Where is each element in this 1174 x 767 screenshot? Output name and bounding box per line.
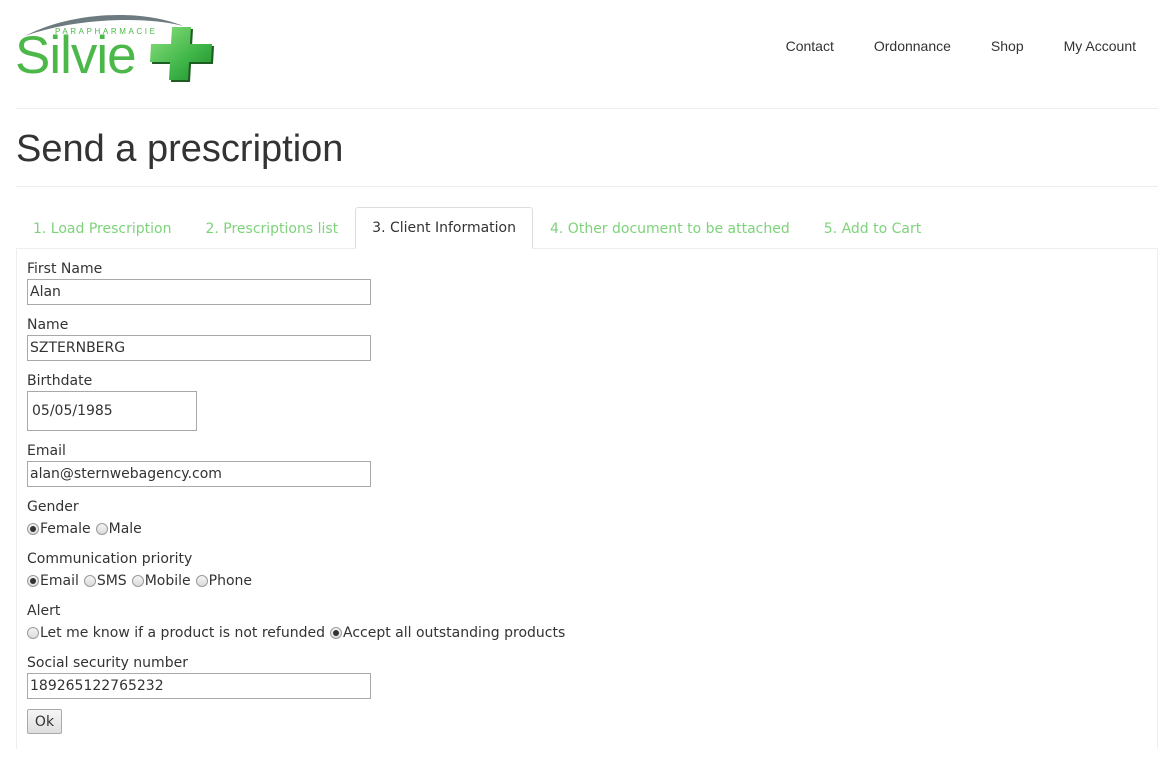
gender-male-radio[interactable] bbox=[95, 523, 108, 535]
title-divider bbox=[16, 186, 1158, 187]
pharmacy-cross-icon bbox=[150, 27, 214, 82]
communication-mobile-label: Mobile bbox=[144, 573, 191, 589]
first-name-label: First Name bbox=[27, 261, 103, 277]
gender-label: Gender bbox=[27, 499, 79, 515]
tab-panel-left-border bbox=[16, 249, 17, 749]
nav-shop[interactable]: Shop bbox=[991, 37, 1024, 55]
communication-email-radio[interactable] bbox=[27, 575, 39, 587]
tab-other-document[interactable]: 4. Other document to be attached bbox=[533, 207, 807, 249]
first-name-field[interactable] bbox=[27, 279, 371, 305]
communication-priority-options: Email SMS Mobile Phone bbox=[27, 573, 257, 589]
communication-email-label: Email bbox=[40, 573, 79, 589]
birthdate-label: Birthdate bbox=[27, 373, 93, 389]
alert-accept-outstanding-radio[interactable] bbox=[329, 627, 342, 639]
logo-text: Silvie bbox=[15, 26, 137, 85]
communication-phone-radio[interactable] bbox=[195, 575, 208, 587]
nav-ordonnance[interactable]: Ordonnance bbox=[874, 37, 951, 55]
step-tabs: 1. Load Prescription 2. Prescriptions li… bbox=[16, 207, 938, 249]
communication-sms-label: SMS bbox=[96, 573, 127, 589]
email-label: Email bbox=[27, 443, 66, 459]
gender-female-label: Female bbox=[40, 521, 91, 537]
communication-priority-label: Communication priority bbox=[27, 551, 193, 567]
communication-mobile-radio[interactable] bbox=[131, 575, 144, 587]
email-field[interactable] bbox=[27, 461, 371, 487]
tab-load-prescription[interactable]: 1. Load Prescription bbox=[16, 207, 188, 249]
tab-add-to-cart[interactable]: 5. Add to Cart bbox=[807, 207, 938, 249]
birthdate-field[interactable] bbox=[27, 391, 197, 431]
tab-panel-right-border bbox=[1157, 249, 1158, 749]
gender-male-label: Male bbox=[108, 521, 142, 537]
tab-client-information[interactable]: 3. Client Information bbox=[355, 207, 533, 249]
tab-panel-top-border bbox=[16, 248, 1158, 249]
alert-not-refunded-radio[interactable] bbox=[27, 627, 39, 639]
social-security-field[interactable] bbox=[27, 673, 371, 699]
alert-not-refunded-label: Let me know if a product is not refunded bbox=[40, 625, 325, 641]
name-field[interactable] bbox=[27, 335, 371, 361]
nav-my-account[interactable]: My Account bbox=[1064, 37, 1136, 55]
page-title: Send a prescription bbox=[16, 128, 344, 170]
top-navigation: Contact Ordonnance Shop My Account bbox=[746, 37, 1136, 55]
alert-label: Alert bbox=[27, 603, 61, 619]
nav-contact[interactable]: Contact bbox=[786, 37, 834, 55]
alert-accept-outstanding-label: Accept all outstanding products bbox=[342, 625, 566, 641]
communication-sms-radio[interactable] bbox=[83, 575, 96, 587]
header-divider bbox=[16, 108, 1158, 109]
communication-phone-label: Phone bbox=[208, 573, 253, 589]
social-security-label: Social security number bbox=[27, 655, 188, 671]
gender-female-radio[interactable] bbox=[27, 523, 39, 535]
site-logo[interactable]: PARAPHARMACIE Silvie bbox=[15, 12, 217, 86]
ok-button[interactable]: Ok bbox=[27, 709, 62, 734]
gender-options: Female Male bbox=[27, 521, 147, 537]
alert-options: Let me know if a product is not refunded… bbox=[27, 625, 570, 641]
name-label: Name bbox=[27, 317, 69, 333]
tab-prescriptions-list[interactable]: 2. Prescriptions list bbox=[188, 207, 355, 249]
